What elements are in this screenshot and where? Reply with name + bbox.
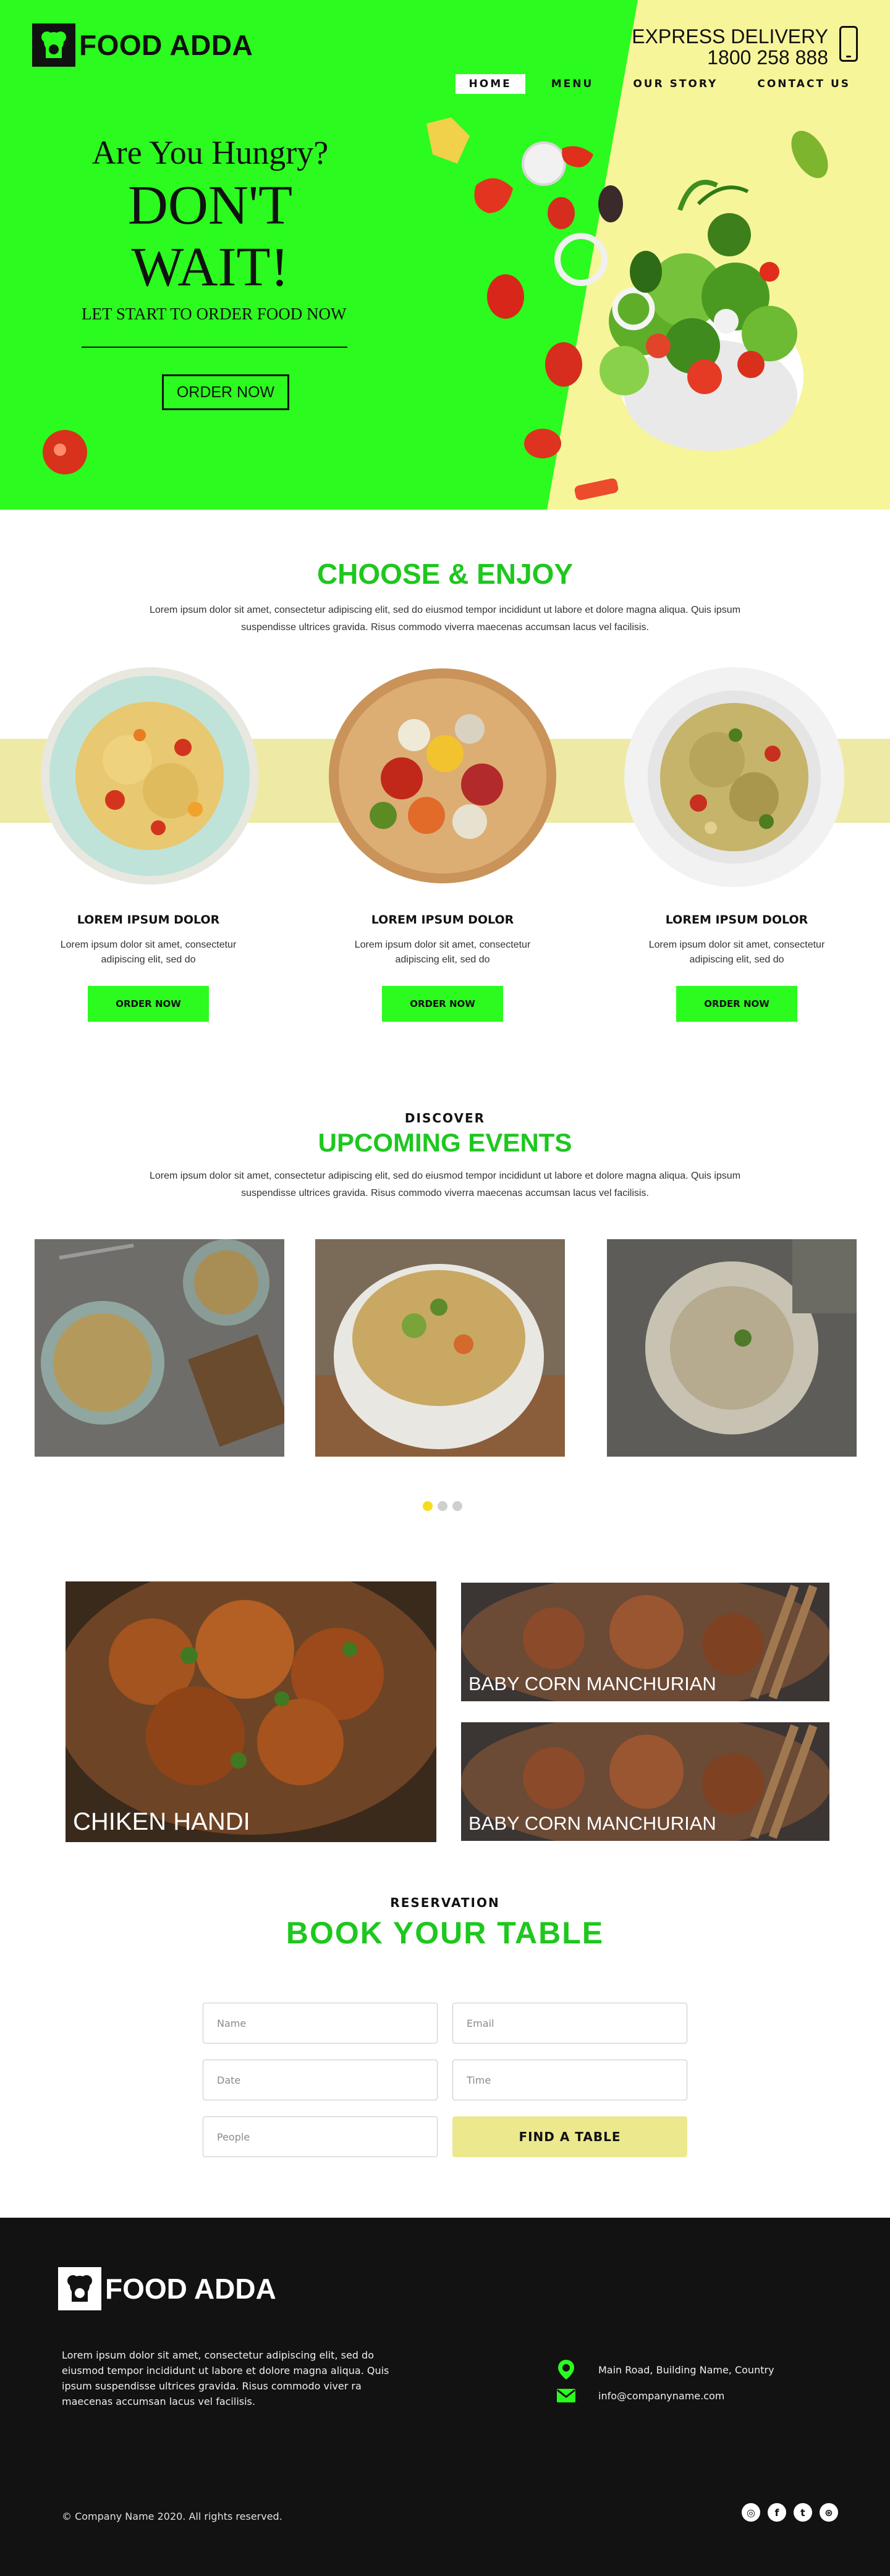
footer-logo[interactable]: FOOD ADDA [58,2267,276,2310]
hero-subtitle: Are You Hungry? [91,134,329,171]
main-nav: HOME MENU OUR STORY CONTACT US [455,74,864,94]
events-eyebrow: DISCOVER [404,1111,486,1126]
date-field[interactable] [203,2060,438,2100]
event-3-image [607,1239,857,1457]
chicken-handi-label: CHIKEN HANDI [73,1808,250,1835]
card-2-title: LOREM IPSUM DOLOR [371,913,514,927]
card-3-order-button[interactable]: ORDER NOW [676,986,797,1022]
express-delivery-phone: 1800 258 888 [707,46,828,69]
brand-name: FOOD ADDA [79,29,253,61]
hero-tagline: LET START TO ORDER FOOD NOW [82,305,347,323]
people-field[interactable] [203,2116,438,2157]
chef-icon [32,23,75,67]
brand-logo[interactable]: FOOD ADDA [32,23,253,67]
card-1-order-button[interactable]: ORDER NOW [88,986,209,1022]
footer-address: Main Road, Building Name, Country [556,2359,774,2381]
event-1-image [35,1239,284,1457]
email-field[interactable] [452,2003,687,2044]
baby-corn-label-1: BABY CORN MANCHURIAN [468,1673,716,1694]
footer-email-text[interactable]: info@companyname.com [598,2390,724,2402]
mail-icon [557,2389,575,2402]
hero-copy: Are You Hungry? DON'T WAIT! LET START TO… [56,133,365,348]
gallery-main-card[interactable]: CHIKEN HANDI [66,1581,436,1842]
card-3-title: LOREM IPSUM DOLOR [665,913,808,927]
event-card-3[interactable] [607,1239,857,1457]
time-field[interactable] [452,2060,687,2100]
hero-order-now-button[interactable]: ORDER NOW [162,374,289,410]
chicken-handi-image [66,1581,436,1842]
card-2-order-button[interactable]: ORDER NOW [382,986,503,1022]
choose-description: Lorem ipsum dolor sit amet, consectetur … [149,605,741,633]
instagram-icon[interactable]: ◎ [742,2503,760,2522]
express-delivery: EXPRESS DELIVERY 1800 258 888 [632,26,828,68]
site-footer: FOOD ADDA Lorem ipsum dolor sit amet, co… [0,2218,890,2576]
baby-corn-label-2: BABY CORN MANCHURIAN [468,1812,716,1834]
location-pin-icon [558,2360,574,2380]
pasta-dish-image [41,667,258,885]
nav-our-story[interactable]: OUR STORY [619,74,731,94]
dribbble-icon[interactable]: ⊛ [820,2503,838,2522]
copyright: © Company Name 2020. All rights reserved… [62,2511,282,2522]
event-card-2[interactable] [315,1239,565,1457]
nav-menu[interactable]: MENU [538,74,608,94]
hero-divider [82,347,347,348]
card-3-text: Lorem ipsum dolor sit amet, consectetur … [648,940,825,965]
events-description: Lorem ipsum dolor sit amet, consectetur … [149,1171,741,1198]
card-1-title: LOREM IPSUM DOLOR [77,913,220,927]
gallery-side-card-1[interactable]: BABY CORN MANCHURIAN [461,1583,829,1701]
chef-icon [58,2267,101,2310]
noodles-dish-image [624,667,844,887]
twitter-icon[interactable]: t [794,2503,812,2522]
nav-contact-us[interactable]: CONTACT US [744,74,864,94]
card-2-text: Lorem ipsum dolor sit amet, consectetur … [354,940,531,965]
carousel-dot-2[interactable] [438,1501,447,1511]
hero-section: FOOD ADDA EXPRESS DELIVERY 1800 258 888 … [0,0,890,510]
hero-headline: DON'T WAIT! [127,175,293,298]
phone-icon [839,26,858,62]
reservation-title: BOOK YOUR TABLE [286,1916,604,1950]
facebook-icon[interactable]: f [768,2503,786,2522]
footer-brand-name: FOOD ADDA [105,2273,276,2305]
reservation-eyebrow: RESERVATION [390,1895,500,1910]
footer-address-text: Main Road, Building Name, Country [598,2363,774,2376]
footer-description: Lorem ipsum dolor sit amet, consectetur … [62,2349,389,2407]
carousel-dot-3[interactable] [452,1501,462,1511]
events-carousel-dots [423,1501,462,1511]
event-2-image [315,1239,565,1457]
find-a-table-button[interactable]: FIND A TABLE [452,2116,687,2157]
nav-home[interactable]: HOME [455,74,525,94]
name-field[interactable] [203,2003,438,2044]
carousel-dot-1[interactable] [423,1501,433,1511]
express-delivery-label: EXPRESS DELIVERY [632,25,828,48]
gallery-side-card-2[interactable]: BABY CORN MANCHURIAN [461,1722,829,1841]
events-title: UPCOMING EVENTS [318,1128,572,1157]
event-card-1[interactable] [35,1239,284,1457]
bread-dish-image [329,668,556,883]
social-links: ◎ f t ⊛ [742,2503,838,2522]
choose-title: CHOOSE & ENJOY [316,558,574,590]
card-1-text: Lorem ipsum dolor sit amet, consectetur … [60,940,237,965]
footer-email: info@companyname.com [556,2388,724,2403]
